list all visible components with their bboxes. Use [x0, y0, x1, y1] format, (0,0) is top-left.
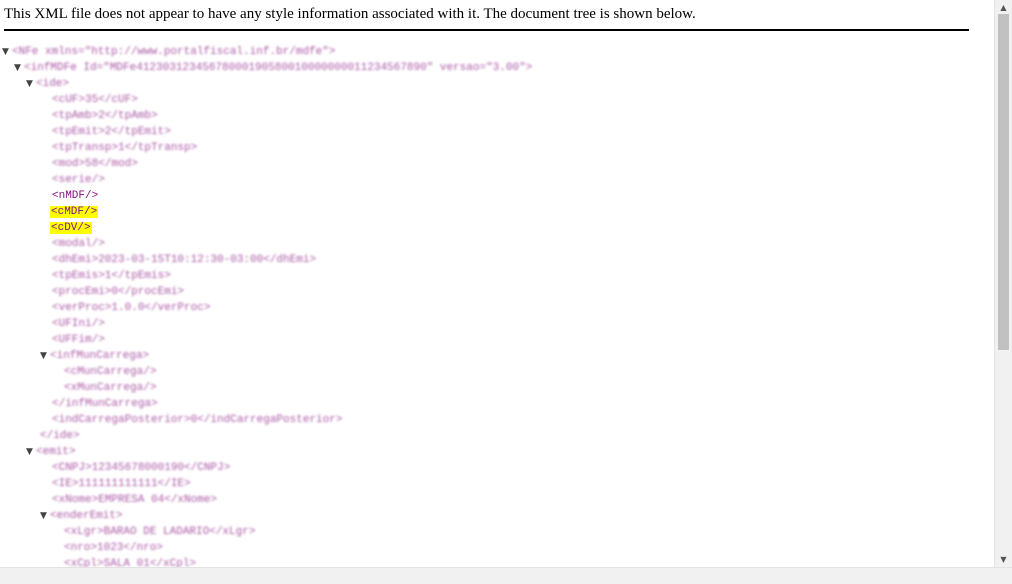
search-highlight: <cMDF/>	[50, 206, 99, 218]
tree-line-nmdf: <nMDF/>	[52, 190, 99, 202]
tree-line: </ide>	[40, 430, 80, 442]
collapse-toggle-icon[interactable]: ▼	[26, 76, 36, 92]
tree-line-enderemit[interactable]: ▼ <enderEmit>	[40, 508, 123, 524]
collapse-toggle-icon[interactable]: ▼	[40, 508, 50, 524]
tree-line-infmuncarrega[interactable]: ▼ <infMunCarrega>	[40, 348, 149, 364]
tree-line: <tpAmb>2</tpAmb>	[52, 110, 158, 122]
tree-line: <xLgr>BARAO DE LADARIO</xLgr>	[64, 526, 256, 538]
tree-line: <UFIni/>	[52, 318, 105, 330]
tree-line: <dhEmi>2023-03-15T10:12:30-03:00</dhEmi>	[52, 254, 317, 266]
header-divider	[4, 29, 969, 31]
tree-line: <tpEmit>2</tpEmit>	[52, 126, 171, 138]
collapse-toggle-icon[interactable]: ▼	[26, 444, 36, 460]
tree-line: <IE>111111111111</IE>	[52, 478, 191, 490]
tree-line: <modal/>	[52, 238, 105, 250]
tree-line: <verProc>1.0.0</verProc>	[52, 302, 211, 314]
scrollbar-thumb[interactable]	[998, 14, 1009, 350]
tree-line-ide[interactable]: ▼ <ide>	[26, 76, 69, 92]
tree-line-text: <enderEmit>	[50, 510, 123, 522]
tree-line-text: <emit>	[36, 446, 76, 458]
tree-line-text: <ide>	[36, 78, 70, 90]
horizontal-scrollbar-track[interactable]	[0, 567, 1012, 584]
collapse-toggle-icon[interactable]: ▼	[2, 44, 12, 60]
tree-line: <xNome>EMPRESA 04</xNome>	[52, 494, 218, 506]
tree-line: <mod>58</mod>	[52, 158, 138, 170]
tree-line-text: <NFe xmlns="http://www.portalfiscal.inf.…	[12, 46, 336, 58]
tree-line-cmdf-highlighted: <cMDF/>	[50, 204, 99, 220]
no-style-info-message: This XML file does not appear to have an…	[4, 6, 696, 22]
tree-line: <cMunCarrega/>	[64, 366, 157, 378]
search-highlight: <cDV/>	[50, 222, 92, 234]
tree-line: <xMunCarrega/>	[64, 382, 157, 394]
tree-line: <procEmi>0</procEmi>	[52, 286, 185, 298]
tree-line: <tpTransp>1</tpTransp>	[52, 142, 198, 154]
tree-line-emit[interactable]: ▼ <emit>	[26, 444, 76, 460]
tree-line: <tpEmis>1</tpEmis>	[52, 270, 171, 282]
tree-line-text: <infMDFe Id="MDFe41230312345678000190580…	[24, 62, 533, 74]
tree-line: <indCarregaPosterior>0</indCarregaPoster…	[52, 414, 343, 426]
tree-line: <cUF>35</cUF>	[52, 94, 138, 106]
xml-document-tree: ▼ <NFe xmlns="http://www.portalfiscal.inf…	[0, 44, 975, 568]
vertical-scrollbar[interactable]: ▲ ▼	[994, 0, 1012, 568]
tree-line: <nro>1023</nro>	[64, 542, 164, 554]
tree-line-nfe[interactable]: ▼ <NFe xmlns="http://www.portalfiscal.inf…	[2, 44, 335, 60]
scroll-down-arrow-icon[interactable]: ▼	[995, 552, 1012, 568]
tree-line: <serie/>	[52, 174, 105, 186]
tree-line-infmdfe[interactable]: ▼ <infMDFe Id="MDFe4123031234567800019058…	[14, 60, 532, 76]
tree-line: <CNPJ>12345678000190</CNPJ>	[52, 462, 231, 474]
tree-line: </infMunCarrega>	[52, 398, 158, 410]
tree-line-cdv-highlighted: <cDV/>	[50, 220, 92, 236]
collapse-toggle-icon[interactable]: ▼	[14, 60, 24, 76]
collapse-toggle-icon[interactable]: ▼	[40, 348, 50, 364]
tree-line-text: <infMunCarrega>	[50, 350, 150, 362]
tree-line: <UFFim/>	[52, 334, 105, 346]
